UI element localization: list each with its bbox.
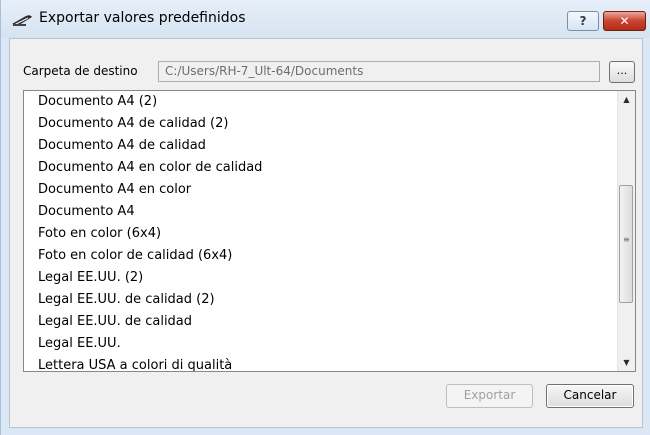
scanner-icon	[12, 15, 32, 26]
title-bar[interactable]: Exportar valores predefinidos ? ✕	[1, 0, 650, 38]
scroll-up-arrow-icon[interactable]: ▲	[618, 91, 635, 108]
dialog-body: Carpeta de destino C:/Users/RH-7_Ult-64/…	[9, 38, 643, 428]
scroll-down-arrow-icon[interactable]: ▼	[618, 354, 635, 371]
preset-list-item[interactable]: Legal EE.UU.	[24, 333, 616, 355]
preset-list-item[interactable]: Legal EE.UU. de calidad (2)	[24, 289, 616, 311]
preset-list-item[interactable]: Legal EE.UU. de calidad	[24, 311, 616, 333]
scrollbar-thumb[interactable]: ≡	[619, 185, 633, 303]
vertical-scrollbar[interactable]: ▲ ≡ ▼	[617, 91, 635, 371]
preset-list-item[interactable]: Documento A4 de calidad	[24, 135, 616, 157]
grip-icon: ≡	[623, 235, 630, 244]
close-button[interactable]: ✕	[603, 11, 646, 31]
window-title: Exportar valores predefinidos	[39, 10, 246, 26]
destination-folder-label: Carpeta de destino	[23, 64, 138, 78]
preset-list-item[interactable]: Documento A4 en color	[24, 179, 616, 201]
cancel-button[interactable]: Cancelar	[546, 384, 634, 408]
export-button[interactable]: Exportar	[446, 384, 533, 408]
preset-list-item[interactable]: Lettera USA a colori di qualità	[24, 355, 616, 371]
presets-list-items: Documento A4 (2) Documento A4 de calidad …	[24, 91, 616, 371]
destination-folder-field: C:/Users/RH-7_Ult-64/Documents	[158, 61, 600, 82]
help-button[interactable]: ?	[567, 11, 599, 31]
dialog-window: Exportar valores predefinidos ? ✕ Carpet…	[0, 0, 650, 435]
preset-list-item[interactable]: Legal EE.UU. (2)	[24, 267, 616, 289]
preset-list-item[interactable]: Documento A4 en color de calidad	[24, 157, 616, 179]
preset-list-item[interactable]: Documento A4 de calidad (2)	[24, 113, 616, 135]
preset-list-item[interactable]: Foto en color (6x4)	[24, 223, 616, 245]
preset-list-item[interactable]: Foto en color de calidad (6x4)	[24, 245, 616, 267]
preset-list-item[interactable]: Documento A4 (2)	[24, 91, 616, 113]
preset-list-item[interactable]: Documento A4	[24, 201, 616, 223]
presets-list[interactable]: Documento A4 (2) Documento A4 de calidad …	[23, 90, 636, 372]
browse-button[interactable]: ...	[609, 61, 635, 83]
